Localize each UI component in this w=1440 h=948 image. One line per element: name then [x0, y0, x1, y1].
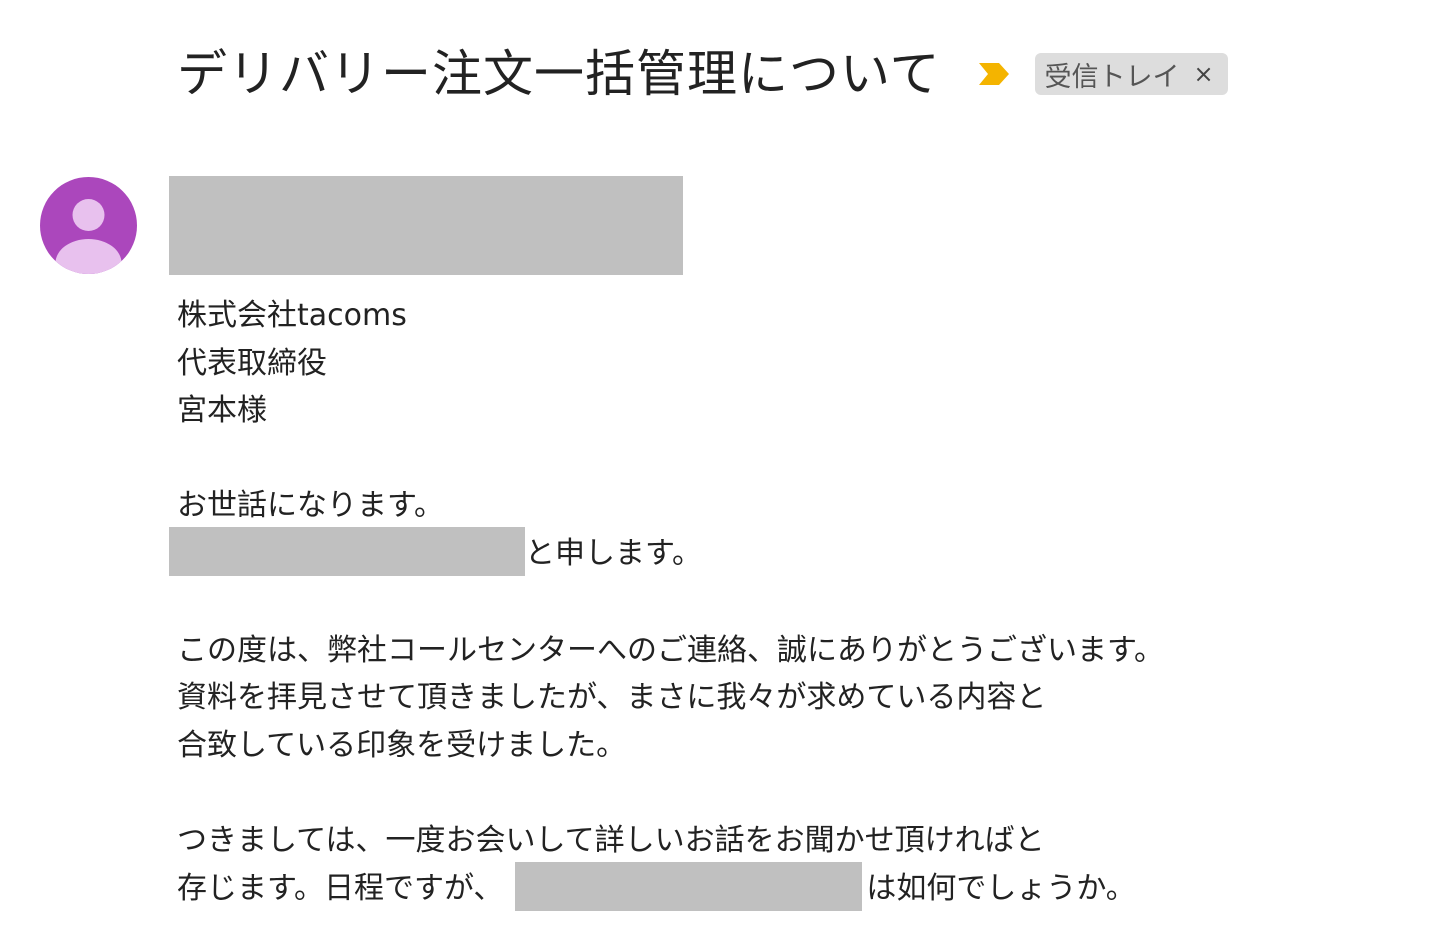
- body-line: 宮本様: [177, 393, 267, 429]
- person-icon: [40, 177, 137, 274]
- body-line: この度は、弊社コールセンターへのご連絡、誠にありがとうございます。: [177, 632, 1164, 668]
- schedule-suffix: は如何でしょうか。: [866, 870, 1136, 906]
- body-line: お世話になります。: [177, 488, 444, 524]
- intro-suffix: と申します。: [525, 535, 702, 571]
- body-line: と申します。: [169, 526, 1397, 579]
- close-icon[interactable]: ×: [1194, 62, 1214, 86]
- sender-name-redaction: [169, 176, 683, 275]
- email-subject: デリバリー注文一括管理について: [177, 45, 941, 103]
- body-line: 存じます。日程ですが、 は如何でしょうか。: [177, 861, 1397, 914]
- body-line: 株式会社tacoms: [177, 298, 407, 333]
- sender-name-inline-redaction: [169, 526, 525, 576]
- body-line: 代表取締役: [177, 345, 327, 381]
- body-line: つきましては、一度お会いして詳しいお話をお聞かせ頂ければと: [177, 822, 1045, 858]
- schedule-prefix: 存じます。日程ですが、: [177, 870, 504, 906]
- body-line: 合致している印象を受けました。: [177, 727, 627, 763]
- label-chip-inbox[interactable]: 受信トレイ ×: [1034, 53, 1228, 95]
- schedule-date-redaction: [515, 861, 863, 911]
- email-body: 株式会社tacoms 代表取締役 宮本様 お世話になります。 と申します。 この…: [169, 292, 1397, 914]
- sender-avatar[interactable]: [40, 177, 137, 274]
- label-chip-text: 受信トレイ: [1044, 61, 1180, 93]
- body-line: 資料を拝見させて頂きましたが、まさに我々が求めている内容と: [177, 680, 1047, 716]
- subject-row: デリバリー注文一括管理について 受信トレイ ×: [177, 38, 1228, 110]
- importance-marker-icon[interactable]: [977, 60, 1011, 88]
